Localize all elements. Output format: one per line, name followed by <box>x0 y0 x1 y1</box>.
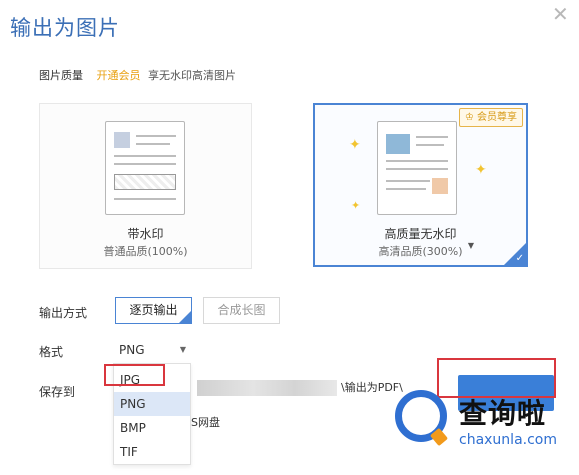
text-line <box>114 163 176 165</box>
long-image-button[interactable]: 合成长图 <box>203 297 280 324</box>
site-watermark: 查询啦 chaxunla.com <box>393 388 579 475</box>
quality-card-watermarked[interactable]: 带水印 普通品质(100%) <box>39 103 252 269</box>
text-line <box>386 168 448 170</box>
format-label: 格式 <box>39 345 64 359</box>
per-page-output-label: 逐页输出 <box>129 303 178 317</box>
sparkle-icon: ✦ <box>351 199 361 212</box>
watermark-cn: 查询啦 <box>459 397 547 430</box>
format-option-bmp[interactable]: BMP <box>114 416 190 440</box>
format-option-tif[interactable]: TIF <box>114 440 190 464</box>
crown-icon: ♔ <box>464 112 474 123</box>
image-block <box>386 134 410 154</box>
close-icon[interactable]: ✕ <box>552 2 569 26</box>
card-title: 带水印 <box>127 227 164 241</box>
text-line <box>386 160 448 162</box>
path-blurred <box>197 380 337 396</box>
sparkle-icon: ✦ <box>349 137 361 153</box>
text-line <box>416 144 444 146</box>
text-line <box>416 136 448 138</box>
vip-hint: 享无水印高清图片 <box>148 69 236 82</box>
format-select[interactable]: PNG ▼ <box>116 339 190 361</box>
text-line <box>114 198 176 200</box>
document-icon <box>377 121 457 215</box>
text-line <box>114 155 176 157</box>
chevron-down-icon[interactable]: ▼ <box>468 241 474 250</box>
vip-link[interactable]: 开通会员 <box>97 69 141 82</box>
vip-badge: ♔ 会员尊享 <box>458 108 523 127</box>
card-subtitle: 普通品质(100%) <box>103 245 188 258</box>
check-icon: ✓ <box>515 253 524 264</box>
output-mode-label: 输出方式 <box>39 306 88 320</box>
watermark-stripe <box>114 174 176 190</box>
text-line <box>386 188 426 190</box>
watermark-en: chaxunla.com <box>459 432 557 448</box>
per-page-output-button[interactable]: 逐页输出 <box>115 297 192 324</box>
text-line <box>136 143 170 145</box>
image-block <box>432 178 448 194</box>
quality-card-hq[interactable]: ♔ 会员尊享 ✦ ✦ ✦ 高质量无水印 高清品质(300%) ▼ ✓ <box>313 103 528 267</box>
vip-badge-label: 会员尊享 <box>477 112 517 123</box>
document-icon <box>105 121 185 215</box>
text-line <box>136 135 176 137</box>
quality-row: 图片质量 开通会员 享无水印高清图片 <box>39 67 236 83</box>
card-title: 高质量无水印 <box>384 227 457 241</box>
format-selected-value: PNG <box>119 343 145 357</box>
sparkle-icon: ✦ <box>475 162 487 178</box>
save-to-label: 保存到 <box>39 385 76 399</box>
format-option-png[interactable]: PNG <box>114 392 190 416</box>
save-path-field[interactable]: \输出为PDF\ <box>191 377 403 399</box>
chevron-down-icon: ▼ <box>179 345 186 354</box>
selected-tick <box>179 311 191 323</box>
highlight-box <box>104 364 165 386</box>
text-line <box>386 180 430 182</box>
card-subtitle: 高清品质(300%) <box>378 245 463 258</box>
dialog-title: 输出为图片 <box>10 16 120 40</box>
image-block <box>114 132 130 148</box>
export-image-dialog: 输出为图片 ✕ 图片质量 开通会员 享无水印高清图片 带水印 普通品质(100%… <box>0 0 579 475</box>
netdisk-option[interactable]: S网盘 <box>191 414 220 430</box>
quality-label: 图片质量 <box>39 69 83 82</box>
